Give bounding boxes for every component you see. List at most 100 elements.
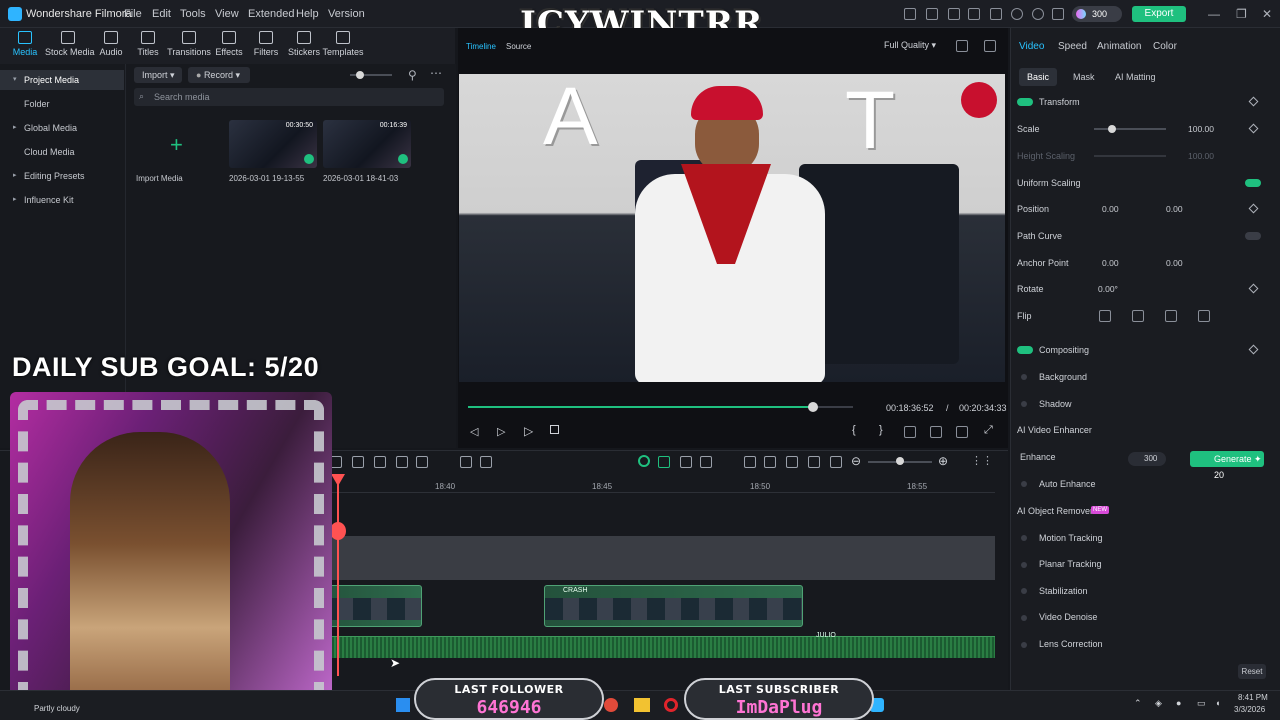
shield-icon[interactable] (744, 456, 756, 468)
motion-tracking-toggle[interactable] (1021, 535, 1027, 541)
nav-editing-presets[interactable]: ▸ Editing Presets (0, 166, 124, 186)
menu-tools[interactable]: Tools (180, 8, 206, 20)
speaker-icon[interactable]: ◖ (1215, 698, 1220, 708)
rotate-value[interactable]: 0.00° (1098, 284, 1118, 294)
reset-button[interactable]: Reset (1238, 664, 1266, 679)
menu-edit[interactable]: Edit (152, 8, 171, 20)
subtab-basic[interactable]: Basic (1019, 68, 1058, 86)
fullscreen-icon[interactable]: ⤢ (984, 424, 993, 437)
close-icon[interactable]: ✕ (1262, 7, 1272, 21)
nav-influence-kit[interactable]: ▸ Influence Kit (0, 190, 124, 210)
uniform-scaling-toggle[interactable] (1245, 179, 1261, 187)
nav-project-media[interactable]: ▾ Project Media (0, 70, 124, 90)
tab-timeline[interactable]: Timeline (466, 42, 496, 51)
media-thumbnail[interactable]: 00:16:39 (323, 120, 411, 168)
clock-date[interactable]: 3/3/2026 (1234, 705, 1265, 714)
menu-extended[interactable]: Extended (248, 8, 294, 20)
thumbnail-size-knob[interactable] (356, 71, 364, 79)
scale-value[interactable]: 100.00 (1188, 124, 1214, 134)
nav-global-media[interactable]: ▸ Global Media (0, 118, 124, 138)
rotate-left-icon[interactable] (1165, 310, 1177, 322)
play-icon[interactable]: ▷ (524, 424, 533, 438)
menu-version[interactable]: Version (328, 8, 365, 20)
tab-source[interactable]: Source (506, 42, 531, 51)
render-preview-icon[interactable] (700, 456, 712, 468)
settings-icon[interactable] (1032, 8, 1044, 20)
mark-out-icon[interactable]: } (879, 424, 883, 436)
play-frame-icon[interactable]: ▷ (497, 425, 505, 438)
speed-icon[interactable] (396, 456, 408, 468)
clock-time[interactable]: 8:41 PM (1238, 693, 1268, 702)
tab-color[interactable]: Color (1153, 41, 1177, 52)
record-button[interactable]: ● Record ▾ (188, 67, 250, 83)
mixer-icon[interactable] (786, 456, 798, 468)
menu-view[interactable]: View (215, 8, 239, 20)
display-icon[interactable]: ▭ (1197, 698, 1206, 709)
generate-button[interactable]: Generate ✦ 20 (1190, 451, 1264, 480)
maximize-icon[interactable]: ❐ (1236, 7, 1247, 21)
planar-tracking-toggle[interactable] (1021, 562, 1027, 568)
subtitle-icon[interactable] (808, 456, 820, 468)
weather-label[interactable]: Partly cloudy (34, 704, 80, 713)
path-curve-toggle[interactable] (1245, 232, 1261, 240)
flip-horizontal-icon[interactable] (1099, 310, 1111, 322)
marker-icon[interactable] (680, 456, 692, 468)
network-icon[interactable]: ◈ (1155, 698, 1162, 709)
mic-icon[interactable]: ● (1176, 698, 1181, 708)
subtab-mask[interactable]: Mask (1065, 68, 1103, 86)
pip-icon[interactable] (830, 456, 842, 468)
mark-in-icon[interactable]: { (852, 424, 856, 436)
snap-icon[interactable] (638, 455, 650, 467)
media-thumbnail[interactable]: 00:30:50 (229, 120, 317, 168)
credits-badge[interactable]: 300 (1072, 6, 1122, 22)
export-button[interactable]: Export (1132, 6, 1186, 22)
anchor-x[interactable]: 0.00 (1102, 258, 1119, 268)
zoom-knob[interactable] (896, 457, 904, 465)
background-toggle[interactable] (1021, 374, 1027, 380)
scale-slider[interactable] (1094, 128, 1166, 130)
text-edit-icon[interactable] (416, 456, 428, 468)
compositing-toggle[interactable] (1017, 346, 1033, 354)
layout-grid-icon[interactable]: ⋮⋮ (971, 454, 993, 467)
anchor-y[interactable]: 0.00 (1166, 258, 1183, 268)
volume-icon[interactable] (956, 426, 968, 438)
image-icon[interactable] (990, 8, 1002, 20)
video-clip[interactable]: CRASH (544, 585, 803, 627)
audio-clip[interactable] (318, 636, 995, 658)
playhead[interactable] (337, 476, 339, 676)
grid-icon[interactable] (1052, 8, 1064, 20)
lens-correction-toggle[interactable] (1021, 642, 1027, 648)
rotate-right-icon[interactable] (1198, 310, 1210, 322)
filter-icon[interactable]: ⚲ (408, 68, 417, 82)
media-icon[interactable] (948, 8, 960, 20)
minimize-icon[interactable]: — (1208, 7, 1220, 21)
stabilization-toggle[interactable] (1021, 588, 1027, 594)
position-y[interactable]: 0.00 (1166, 204, 1183, 214)
position-x[interactable]: 0.00 (1102, 204, 1119, 214)
nav-cloud-media[interactable]: Cloud Media (0, 142, 124, 162)
tool-media[interactable]: Media (2, 31, 48, 58)
opera-icon[interactable] (664, 698, 678, 712)
magnet-icon[interactable] (658, 456, 670, 468)
import-media-label[interactable]: Import Media (136, 174, 183, 183)
flip-vertical-icon[interactable] (1132, 310, 1144, 322)
transform-toggle[interactable] (1017, 98, 1033, 106)
monitor-icon[interactable] (968, 8, 980, 20)
nav-folder[interactable]: Folder (0, 94, 124, 114)
send-icon[interactable] (926, 8, 938, 20)
tab-speed[interactable]: Speed (1058, 41, 1087, 52)
camera-icon[interactable] (930, 426, 942, 438)
menu-help[interactable]: Help (296, 8, 319, 20)
chevron-up-icon[interactable]: ⌃ (1134, 698, 1142, 709)
tab-video[interactable]: Video (1019, 41, 1044, 52)
tool-templates[interactable]: Templates (320, 31, 366, 58)
plus-icon[interactable]: + (170, 132, 183, 158)
render-icon[interactable] (904, 426, 916, 438)
previous-frame-icon[interactable]: ◁ (470, 425, 478, 438)
color-icon[interactable] (460, 456, 472, 468)
auto-enhance-toggle[interactable] (1021, 481, 1027, 487)
scissors-icon[interactable] (330, 522, 346, 540)
quality-select[interactable]: Full Quality ▾ (884, 40, 936, 51)
menu-file[interactable]: File (124, 8, 142, 20)
layout-icon[interactable] (956, 40, 968, 52)
